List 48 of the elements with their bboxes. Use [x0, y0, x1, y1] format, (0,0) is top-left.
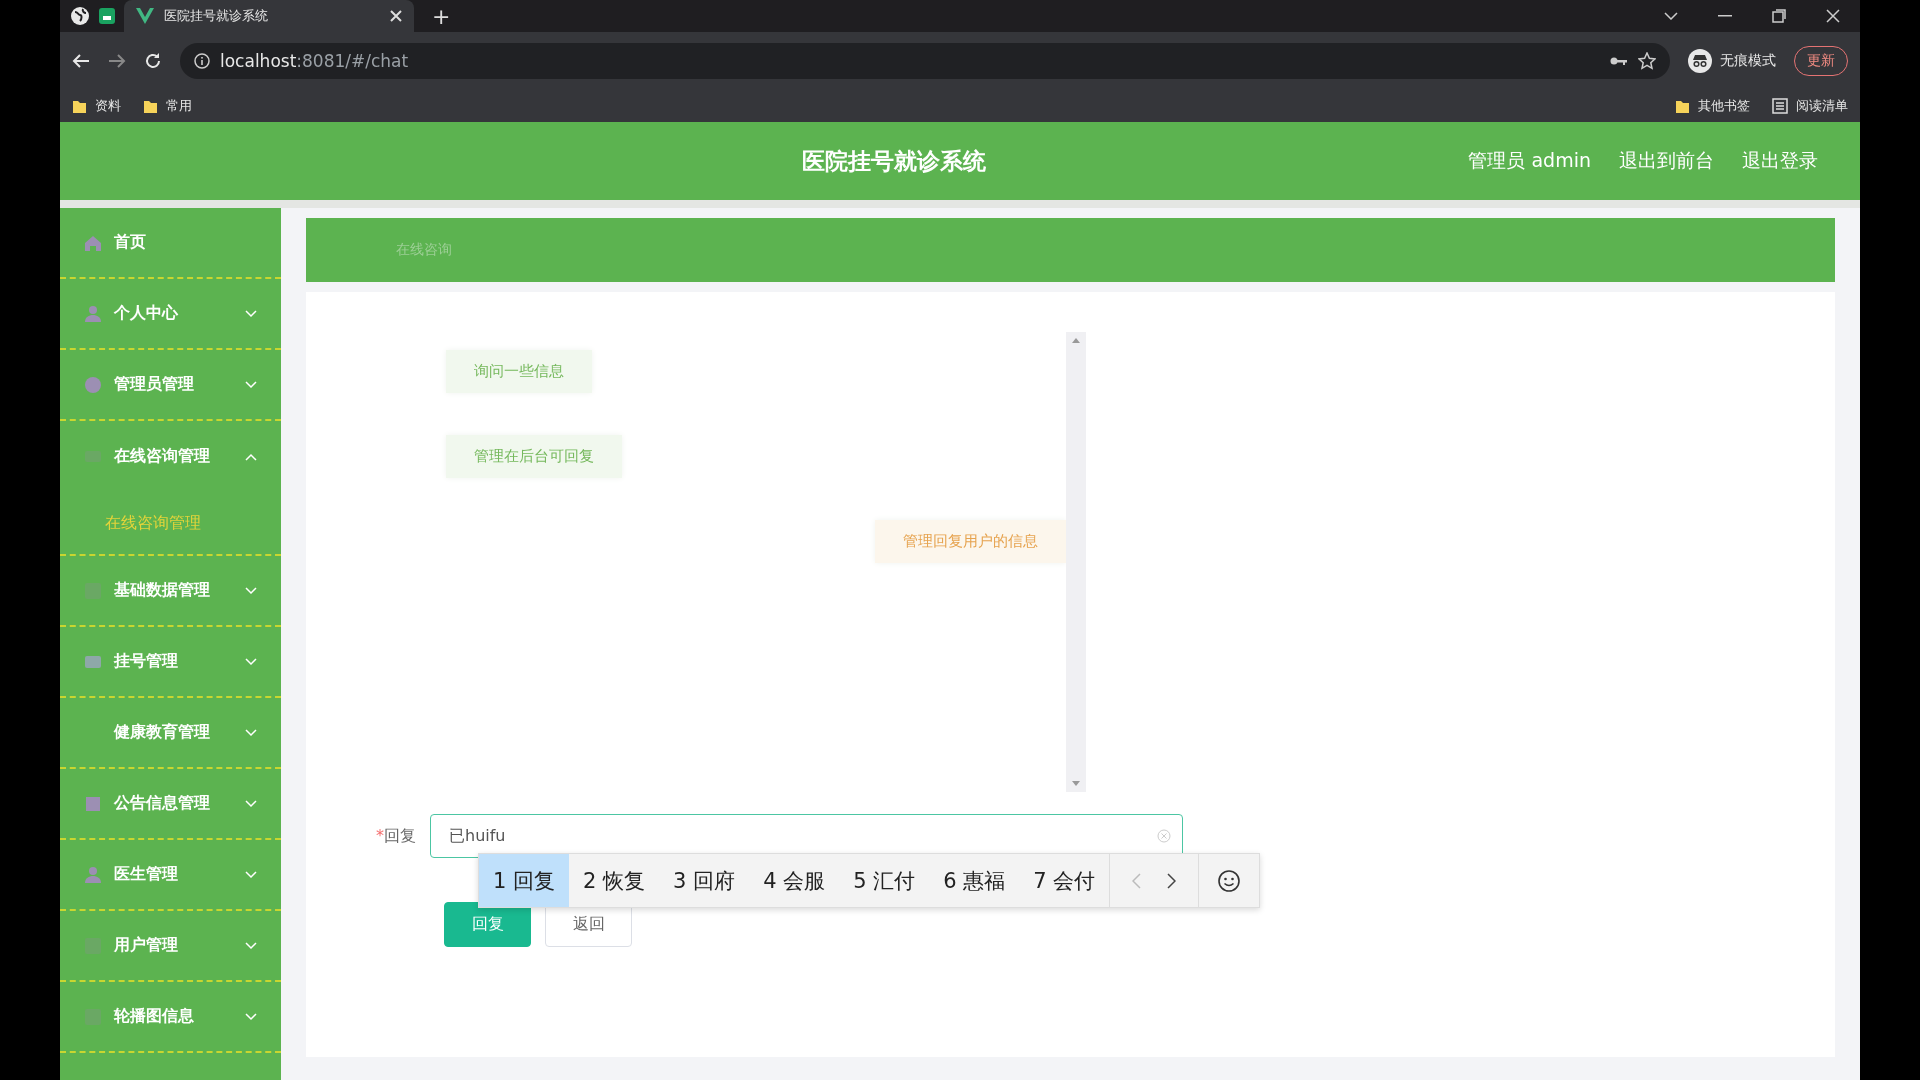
forward-icon[interactable] [108, 53, 126, 69]
incognito-icon[interactable] [1688, 49, 1712, 73]
chevron-down-icon[interactable] [1664, 12, 1678, 20]
close-icon[interactable] [1826, 9, 1840, 23]
sheet-icon[interactable] [98, 7, 116, 25]
globe-icon[interactable] [70, 6, 90, 26]
arrow-down-icon [1072, 781, 1080, 786]
chevron-right-icon[interactable] [1167, 872, 1177, 889]
reading-list-link[interactable]: 阅读清单 [1796, 97, 1848, 115]
arrow-up-icon [1072, 338, 1080, 343]
address-field[interactable]: localhost:8081/#/chat [180, 43, 1670, 79]
breadcrumb-text: 在线咨询 [396, 241, 452, 259]
star-icon[interactable] [1638, 52, 1656, 70]
message-bubble: 管理在后台可回复 [446, 435, 622, 478]
folder-icon [1675, 98, 1690, 114]
app-title: 医院挂号就诊系统 [801, 146, 988, 176]
url-text: localhost:8081/#/chat [220, 51, 409, 71]
folder-icon [143, 98, 158, 114]
square-icon [84, 794, 102, 813]
smiley-icon[interactable] [1217, 868, 1242, 893]
house-icon [84, 233, 102, 252]
scrollbar[interactable] [1066, 332, 1086, 792]
bookmark-link[interactable]: 资料 [95, 97, 121, 115]
bookmark-link[interactable]: 其他书签 [1698, 97, 1750, 115]
bookmark-link[interactable]: 常用 [166, 97, 192, 115]
message-bubble: 询问一些信息 [446, 350, 592, 393]
person-icon [84, 304, 102, 323]
restore-icon[interactable] [1772, 9, 1786, 23]
tab-title: 医院挂号就诊系统 [164, 7, 269, 25]
ime-candidate[interactable]: 1 回复 [479, 854, 570, 907]
minimize-icon[interactable] [1718, 15, 1732, 17]
reply-field[interactable]: 已huifu [430, 814, 1183, 858]
info-icon [194, 53, 210, 69]
folder-icon [72, 98, 87, 114]
message-bubble: 管理回复用户的信息 [875, 520, 1066, 563]
required-mark: * [376, 825, 384, 845]
circle-icon [84, 375, 102, 394]
person-icon [84, 865, 102, 884]
v-logo-icon [136, 8, 154, 24]
field-label: 回复 [384, 825, 416, 845]
close-icon[interactable] [390, 10, 402, 22]
profile-label: 无痕模式 [1720, 52, 1776, 70]
browser-tab[interactable]: 医院挂号就诊系统 [124, 0, 414, 32]
back-icon[interactable] [72, 53, 90, 69]
list-icon [1772, 98, 1788, 114]
new-tab-button[interactable]: + [432, 3, 451, 29]
key-icon[interactable] [1610, 56, 1628, 66]
reload-icon[interactable] [144, 52, 162, 70]
